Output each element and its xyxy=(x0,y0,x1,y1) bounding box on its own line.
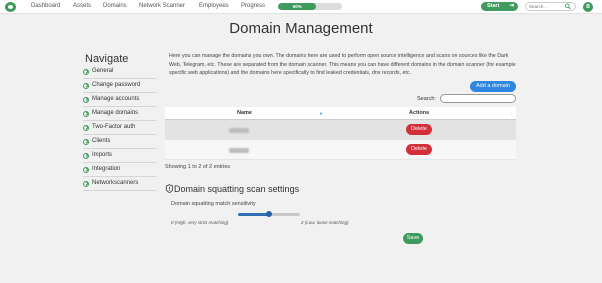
delete-button[interactable]: Delete xyxy=(406,124,432,135)
sensitivity-slider-thumb[interactable] xyxy=(266,211,272,217)
sidebar-item-label: General xyxy=(92,68,114,74)
sensitivity-min-label: 0 (High, very strict matching) xyxy=(171,220,229,225)
check-circle-icon xyxy=(83,97,89,103)
sidebar-item-networkscanners[interactable]: Networkscanners xyxy=(83,178,156,191)
intro-text: Here you can manage the domains you own.… xyxy=(169,53,516,76)
nav-dashboard[interactable]: Dashboard xyxy=(31,3,60,9)
sidebar-item-label: Manage accounts xyxy=(92,96,140,102)
sidebar-item-label: Manage domains xyxy=(92,110,139,116)
top-navbar: Dashboard Assets Domains Network Scanner… xyxy=(0,0,602,14)
sensitivity-max-label: 2 (Low, loose matching) xyxy=(301,220,349,225)
sidebar-item-two-factor-auth[interactable]: Two-Factor auth xyxy=(83,122,156,135)
sidebar-item-imports[interactable]: Imports xyxy=(83,150,156,163)
sidebar-item-label: Clients xyxy=(92,138,111,144)
user-avatar[interactable]: B xyxy=(583,2,593,12)
sensitivity-slider[interactable] xyxy=(238,211,300,217)
top-search-box[interactable] xyxy=(525,2,576,11)
table-row: Delete xyxy=(165,140,516,160)
table-search-input[interactable] xyxy=(440,94,516,103)
nav-progress[interactable]: Progress xyxy=(241,3,265,9)
column-header-actions[interactable]: Actions xyxy=(409,110,429,116)
check-circle-icon xyxy=(83,125,89,131)
sidebar-item-clients[interactable]: Clients xyxy=(83,136,156,149)
redacted-domain-name xyxy=(229,148,249,153)
table-header: Name ▼ Actions ↕ xyxy=(165,107,516,120)
sign-in-icon: ⇥ xyxy=(508,3,514,9)
nav-domains[interactable]: Domains xyxy=(103,3,127,9)
sidebar-item-change-password[interactable]: Change password xyxy=(83,80,156,93)
top-search-input[interactable] xyxy=(529,3,563,10)
table-row: Delete xyxy=(165,120,516,140)
redacted-domain-name xyxy=(229,128,249,133)
check-circle-icon xyxy=(83,167,89,173)
sort-desc-icon[interactable]: ▼ xyxy=(319,111,323,116)
sidebar-item-integration[interactable]: Integration xyxy=(83,164,156,177)
check-circle-icon xyxy=(83,181,89,187)
add-domain-button[interactable]: Add a domain xyxy=(470,81,516,92)
table-search-label: Search: xyxy=(417,96,436,102)
column-header-name[interactable]: Name xyxy=(237,110,252,116)
shield-icon xyxy=(165,184,174,193)
sidebar-item-label: Integration xyxy=(92,166,121,172)
progress-percent: 60% xyxy=(292,4,302,9)
page-title: Domain Management xyxy=(229,20,373,37)
start-button[interactable]: Start ⇥ xyxy=(481,2,518,11)
progress-bar: 60% xyxy=(278,3,342,10)
check-circle-icon xyxy=(83,69,89,75)
check-circle-icon xyxy=(83,83,89,89)
sensitivity-slider-fill xyxy=(238,213,269,216)
domains-table: Name ▼ Actions ↕ Delete Delete xyxy=(165,107,516,160)
sidebar-item-manage-accounts[interactable]: Manage accounts xyxy=(83,94,156,107)
check-circle-icon xyxy=(83,153,89,159)
squatting-section-title: Domain squatting scan settings xyxy=(174,184,300,194)
nav-assets[interactable]: Assets xyxy=(73,3,91,9)
sort-icon[interactable]: ↕ xyxy=(510,111,512,116)
sidebar-item-manage-domains[interactable]: Manage domains xyxy=(83,108,156,121)
sidebar-item-label: Networkscanners xyxy=(92,180,139,186)
nav-employees[interactable]: Employees xyxy=(199,3,229,9)
sidebar-title: Navigate xyxy=(85,53,129,65)
sidebar-item-general[interactable]: General xyxy=(83,66,156,79)
sensitivity-label: Domain squatting match sensitivity xyxy=(171,201,256,207)
check-circle-icon xyxy=(83,139,89,145)
search-icon[interactable] xyxy=(564,3,572,10)
sidebar-item-label: Imports xyxy=(92,152,113,158)
start-button-label: Start xyxy=(487,3,500,9)
table-entries-info: Showing 1 to 2 of 2 entries xyxy=(165,164,231,170)
check-circle-icon xyxy=(83,111,89,117)
save-button[interactable]: Save xyxy=(403,233,423,244)
sidebar-item-label: Change password xyxy=(92,82,141,88)
logo-icon[interactable] xyxy=(5,2,16,12)
delete-button[interactable]: Delete xyxy=(406,144,432,155)
sidebar-item-label: Two-Factor auth xyxy=(92,124,136,130)
nav-network-scanner[interactable]: Network Scanner xyxy=(139,3,185,9)
